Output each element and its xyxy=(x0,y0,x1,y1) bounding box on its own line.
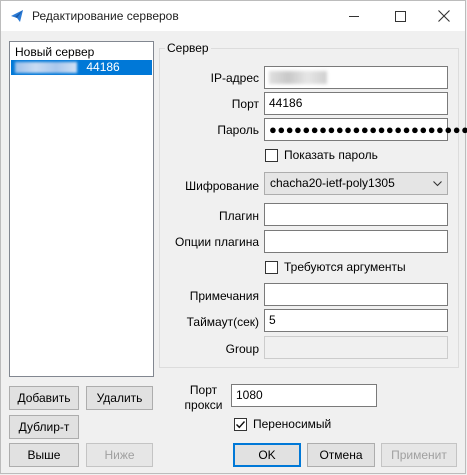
cancel-button[interactable]: Отмена xyxy=(307,443,375,467)
duplicate-button[interactable]: Дублир-т xyxy=(9,415,79,439)
add-button[interactable]: Добавить xyxy=(9,386,79,410)
portable-label: Переносимый xyxy=(253,417,332,431)
chevron-down-icon xyxy=(433,181,442,187)
list-item[interactable]: Новый сервер xyxy=(11,45,152,60)
ok-button[interactable]: OK xyxy=(233,443,301,467)
delete-button[interactable]: Удалить xyxy=(86,386,153,410)
encryption-select[interactable]: chacha20-ietf-poly1305 xyxy=(264,172,448,195)
list-item-label: 44186 xyxy=(86,60,120,74)
title-bar: Редактирование серверов xyxy=(1,1,465,31)
show-password-label: Показать пароль xyxy=(284,148,378,162)
password-label: Пароль xyxy=(217,123,259,137)
encryption-label: Шифрование xyxy=(185,179,259,193)
proxy-port-label-line2: прокси xyxy=(184,398,223,412)
server-editor-window: Редактирование серверов Новый сервер 441… xyxy=(0,0,467,474)
args-required-label: Требуются аргументы xyxy=(284,260,406,274)
paper-plane-icon xyxy=(11,10,23,22)
plugin-options-label: Опции плагина xyxy=(175,235,259,249)
server-list[interactable]: Новый сервер 44186 xyxy=(9,41,154,377)
notes-input[interactable] xyxy=(264,283,448,306)
redacted-ip xyxy=(269,71,327,84)
encryption-value: chacha20-ietf-poly1305 xyxy=(270,176,395,190)
group-label: Group xyxy=(225,342,259,356)
proxy-port-label-line1: Порт xyxy=(189,383,218,397)
ip-address-input[interactable] xyxy=(264,66,448,89)
server-group-title: Сервер xyxy=(165,41,211,55)
timeout-input[interactable]: 5 xyxy=(264,309,448,332)
ip-label: IP-адрес xyxy=(210,71,259,85)
list-item-label: Новый сервер xyxy=(15,45,95,59)
move-up-button[interactable]: Выше xyxy=(9,443,79,467)
move-down-button[interactable]: Ниже xyxy=(86,443,153,467)
checkbox-box xyxy=(265,149,278,162)
list-item-selected[interactable]: 44186 xyxy=(11,60,152,75)
port-input[interactable]: 44186 xyxy=(264,92,448,115)
group-input[interactable] xyxy=(264,336,448,359)
maximize-button[interactable] xyxy=(377,1,423,31)
timeout-label: Таймаут(сек) xyxy=(186,315,259,329)
proxy-port-input[interactable]: 1080 xyxy=(231,384,377,407)
plugin-input[interactable] xyxy=(264,203,448,226)
notes-label: Примечания xyxy=(189,289,259,303)
checkbox-box xyxy=(265,261,278,274)
apply-button[interactable]: Применит xyxy=(381,443,457,467)
plugin-label: Плагин xyxy=(218,209,259,223)
close-button[interactable] xyxy=(421,1,467,31)
checkbox-box xyxy=(234,418,247,431)
minimize-button[interactable] xyxy=(331,1,377,31)
checkmark-icon xyxy=(236,421,246,429)
redacted-address xyxy=(15,62,77,74)
close-icon xyxy=(438,10,450,22)
window-title: Редактирование серверов xyxy=(32,9,179,23)
plugin-options-input[interactable] xyxy=(264,230,448,253)
port-label: Порт xyxy=(231,97,259,111)
password-input[interactable]: ●●●●●●●●●●●●●●●●●●●●●●●● xyxy=(264,118,467,141)
